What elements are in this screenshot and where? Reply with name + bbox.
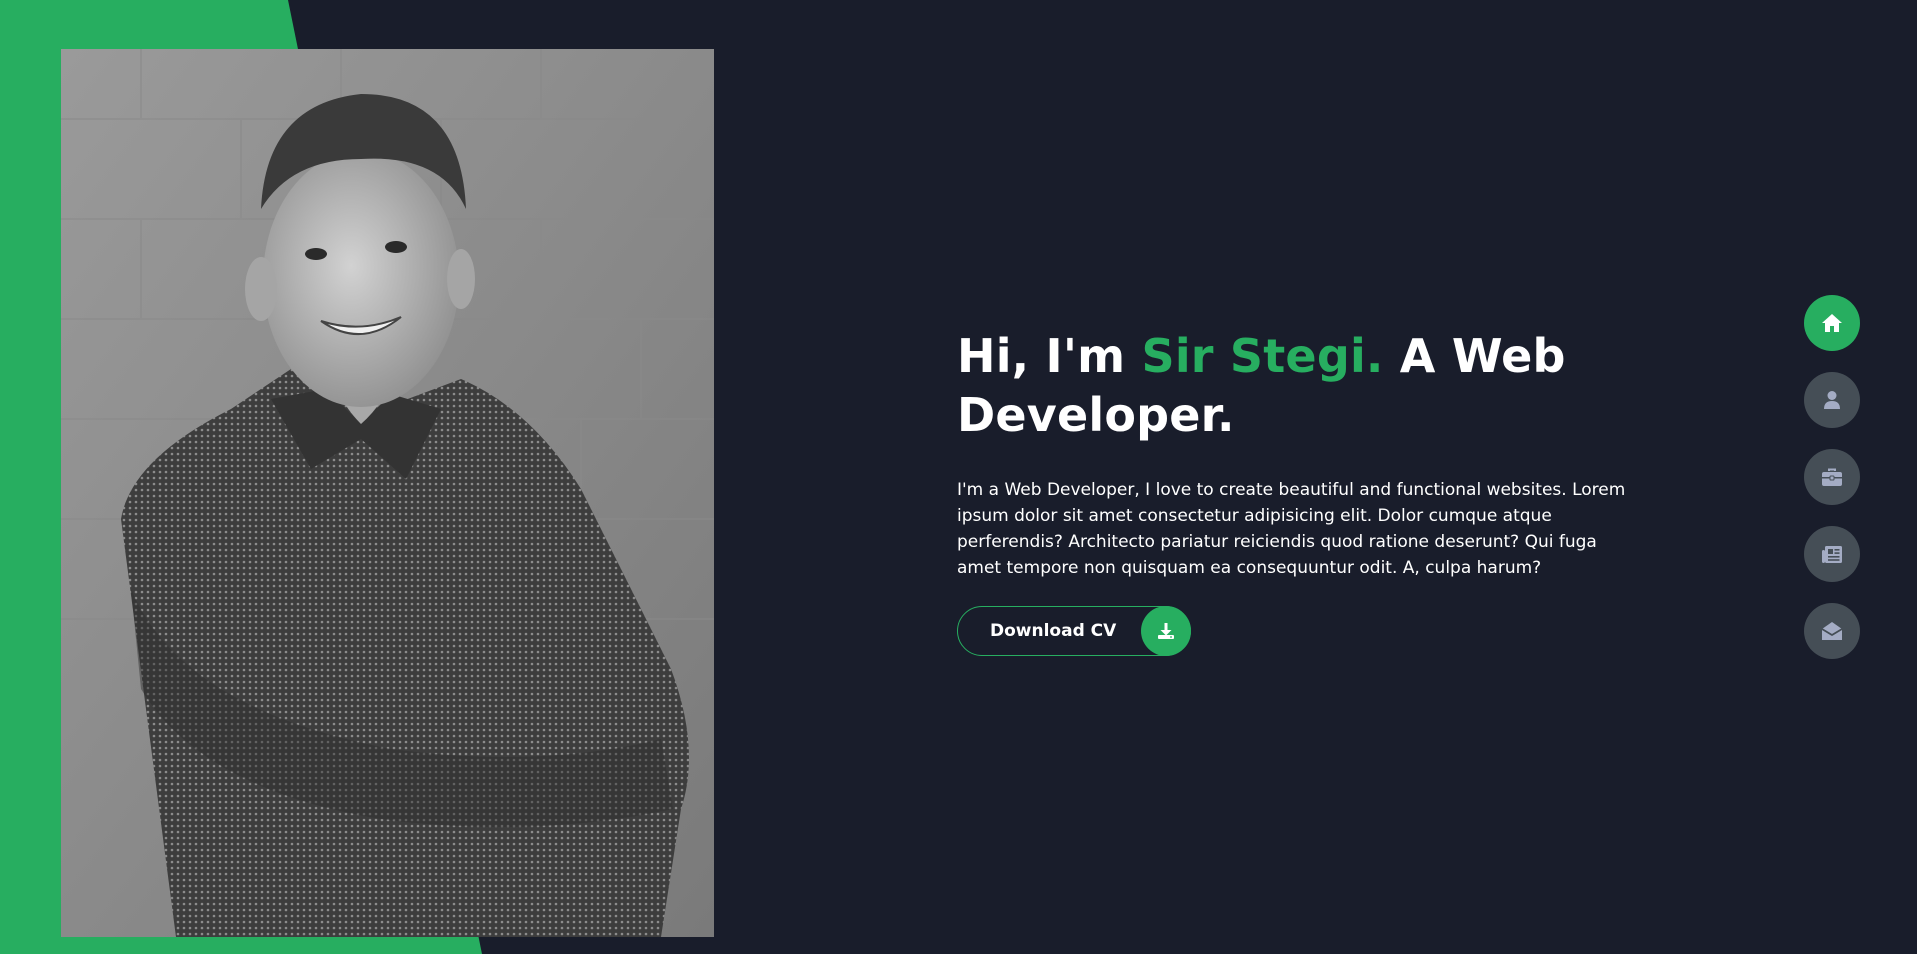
nav-home-button[interactable] [1804,295,1860,351]
page-title: Hi, I'm Sir Stegi. A Web Developer. [957,327,1637,445]
nav-about-button[interactable] [1804,372,1860,428]
newspaper-icon [1822,545,1842,563]
side-nav [1804,295,1860,680]
nav-contact-button[interactable] [1804,603,1860,659]
download-icon [1141,606,1191,656]
hero-text-block: Hi, I'm Sir Stegi. A Web Developer. I'm … [957,327,1637,581]
envelope-open-icon [1821,622,1843,640]
headline-name: Sir Stegi. [1141,329,1384,383]
home-icon [1822,314,1842,332]
page: Hi, I'm Sir Stegi. A Web Developer. I'm … [0,0,1917,954]
headline-greeting: Hi, I'm [957,329,1142,383]
download-cv-button[interactable]: Download CV [957,606,1191,656]
briefcase-icon [1822,468,1842,486]
portrait-photo [61,49,714,937]
nav-blog-button[interactable] [1804,526,1860,582]
nav-portfolio-button[interactable] [1804,449,1860,505]
user-icon [1824,391,1840,409]
bio-text: I'm a Web Developer, I love to create be… [957,480,1626,578]
download-cv-label: Download CV [990,621,1117,641]
